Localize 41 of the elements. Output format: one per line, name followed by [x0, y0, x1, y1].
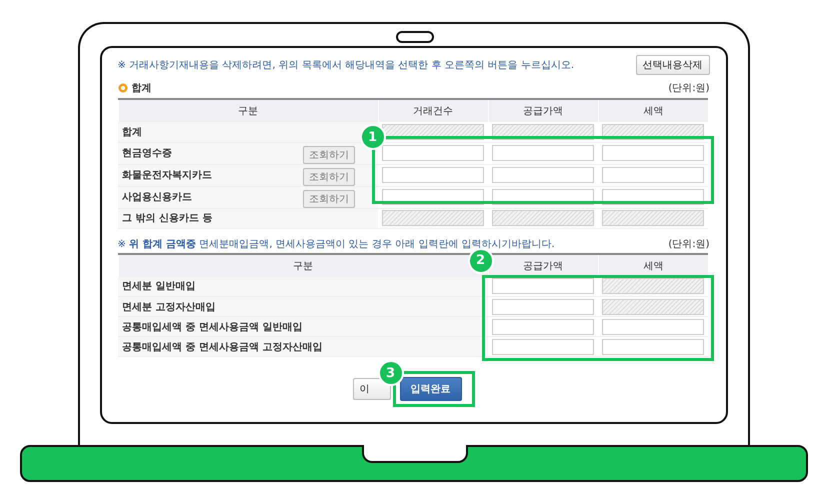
- unit-label: (단위:원): [668, 82, 710, 95]
- notice-text: ※ 거래사항기재내용을 삭제하려면, 위의 목록에서 해당내역을 선택한 후 오른쪽의 버튼을 누르십시오.: [118, 59, 574, 72]
- amount-field[interactable]: [602, 318, 704, 334]
- column-header: 세액: [598, 254, 708, 276]
- lookup-button[interactable]: 조회하기: [303, 168, 355, 186]
- amount-field[interactable]: [492, 338, 594, 354]
- row-label: 공통매입세액 중 면세사용금액 일반매입: [118, 316, 488, 336]
- row-label: 화물운전자복지카드: [118, 164, 303, 186]
- callout-badge: 3: [378, 360, 404, 386]
- amount-field[interactable]: [492, 298, 594, 314]
- delete-button[interactable]: 선택내용삭제: [636, 55, 710, 75]
- camera-icon: [396, 31, 434, 43]
- amount-field[interactable]: [492, 167, 594, 183]
- notice-text: ※ 위 합계 금액중 면세분매입금액, 면세사용금액이 있는 경우 아래 입력란에 입력하시기바랍니다.: [118, 238, 555, 250]
- row-label: 면세분 고정자산매입: [118, 296, 488, 316]
- amount-field[interactable]: [382, 167, 484, 183]
- amount-field[interactable]: [492, 278, 594, 294]
- column-header: 거래건수: [378, 99, 488, 122]
- previous-button[interactable]: 이: [352, 378, 390, 400]
- section-title: 합계: [132, 82, 152, 95]
- row-label: 공통매입세액 중 면세사용금액 고정자산매입: [118, 336, 488, 356]
- amount-field[interactable]: [602, 145, 704, 161]
- amount-field[interactable]: [602, 338, 704, 354]
- row-label: 현금영수증: [118, 142, 303, 164]
- lookup-button[interactable]: 조회하기: [303, 190, 355, 208]
- row-label: 사업용신용카드: [118, 186, 303, 208]
- lookup-button[interactable]: 조회하기: [303, 146, 355, 164]
- row-label: 면세분 일반매입: [118, 276, 488, 296]
- callout-badge: 2: [468, 248, 494, 274]
- amount-field[interactable]: [492, 145, 594, 161]
- column-header: 구분: [118, 99, 378, 122]
- submit-button[interactable]: 입력완료: [400, 377, 462, 401]
- bullet-icon: [118, 83, 128, 93]
- column-header: 세액: [598, 99, 708, 122]
- row-label: 그 밖의 신용카드 등: [118, 208, 378, 228]
- column-header: 공급가액: [488, 99, 598, 122]
- unit-label: (단위:원): [668, 238, 710, 250]
- column-header: 공급가액: [488, 254, 598, 276]
- amount-field[interactable]: [492, 318, 594, 334]
- amount-field[interactable]: [602, 167, 704, 183]
- amount-field[interactable]: [382, 145, 484, 161]
